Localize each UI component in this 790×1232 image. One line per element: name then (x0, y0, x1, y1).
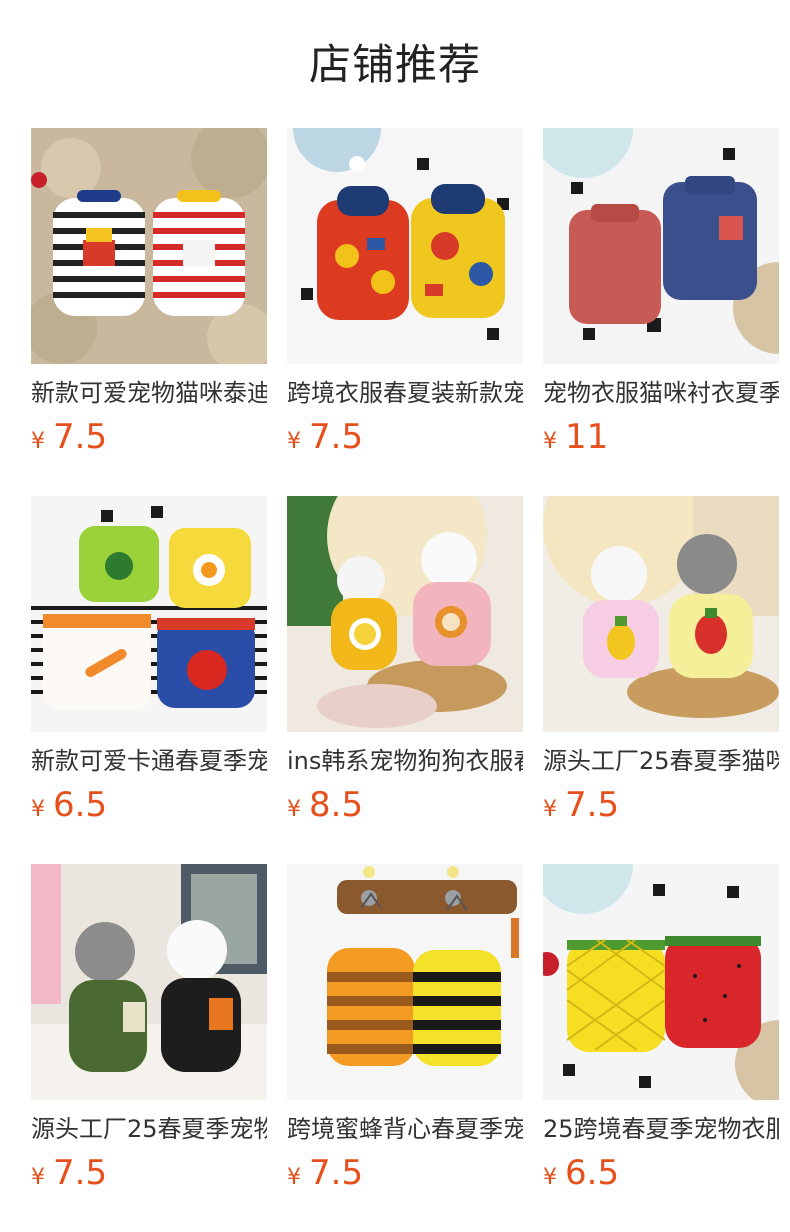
currency-symbol: ¥ (31, 429, 45, 454)
product-image[interactable] (31, 864, 267, 1100)
product-image[interactable] (287, 496, 523, 732)
currency-symbol: ¥ (543, 797, 557, 822)
product-name[interactable]: 新款可爱宠物猫咪泰迪小型犬春夏装 (31, 376, 267, 410)
product-card[interactable]: 宠物衣服猫咪衬衣夏季 ¥11 (543, 128, 779, 468)
product-price: ¥7.5 (31, 415, 107, 459)
product-card[interactable]: 新款可爱卡通春夏季宠物衣服 ¥6.5 (31, 496, 267, 836)
product-name[interactable]: 跨境蜜蜂背心春夏季宠物衣服 (287, 1112, 523, 1146)
price-value: 6.5 (565, 1153, 620, 1193)
product-name[interactable]: ins韩系宠物狗狗衣服春夏 (287, 744, 523, 778)
currency-symbol: ¥ (287, 429, 301, 454)
currency-symbol: ¥ (287, 797, 301, 822)
product-image[interactable] (31, 496, 267, 732)
product-image[interactable] (287, 128, 523, 364)
currency-symbol: ¥ (543, 1165, 557, 1190)
product-card[interactable]: 新款可爱宠物猫咪泰迪小型犬春夏装 ¥7.5 (31, 128, 267, 468)
price-value: 7.5 (309, 1153, 364, 1193)
currency-symbol: ¥ (31, 797, 45, 822)
product-price: ¥6.5 (31, 783, 107, 827)
product-price: ¥7.5 (287, 1151, 363, 1195)
product-image[interactable] (31, 128, 267, 364)
price-value: 7.5 (53, 417, 108, 457)
price-value: 11 (565, 417, 609, 457)
product-name[interactable]: 25跨境春夏季宠物衣服 (543, 1112, 779, 1146)
product-image[interactable] (287, 864, 523, 1100)
currency-symbol: ¥ (287, 1165, 301, 1190)
price-value: 8.5 (309, 785, 364, 825)
product-name[interactable]: 宠物衣服猫咪衬衣夏季 (543, 376, 779, 410)
product-price: ¥6.5 (543, 1151, 619, 1195)
product-image[interactable] (543, 128, 779, 364)
product-card[interactable]: 跨境蜜蜂背心春夏季宠物衣服 ¥7.5 (287, 864, 523, 1204)
product-price: ¥7.5 (31, 1151, 107, 1195)
price-value: 7.5 (53, 1153, 108, 1193)
product-image[interactable] (543, 864, 779, 1100)
price-value: 6.5 (53, 785, 108, 825)
product-name[interactable]: 源头工厂25春夏季猫咪衣服 (543, 744, 779, 778)
product-image[interactable] (543, 496, 779, 732)
price-value: 7.5 (309, 417, 364, 457)
product-card[interactable]: 源头工厂25春夏季猫咪衣服 ¥7.5 (543, 496, 779, 836)
product-card[interactable]: ins韩系宠物狗狗衣服春夏 ¥8.5 (287, 496, 523, 836)
page-title: 店铺推荐 (308, 40, 481, 89)
product-price: ¥7.5 (287, 415, 363, 459)
product-card[interactable]: 源头工厂25春夏季宠物衣服 ¥7.5 (31, 864, 267, 1204)
product-card[interactable]: 跨境衣服春夏装新款宠物背心 ¥7.5 (287, 128, 523, 468)
product-card[interactable]: 25跨境春夏季宠物衣服 ¥6.5 (543, 864, 779, 1204)
currency-symbol: ¥ (543, 429, 557, 454)
price-value: 7.5 (565, 785, 620, 825)
product-name[interactable]: 源头工厂25春夏季宠物衣服 (31, 1112, 267, 1146)
product-price: ¥8.5 (287, 783, 363, 827)
product-name[interactable]: 跨境衣服春夏装新款宠物背心 (287, 376, 523, 410)
currency-symbol: ¥ (31, 1165, 45, 1190)
product-name[interactable]: 新款可爱卡通春夏季宠物衣服 (31, 744, 267, 778)
product-price: ¥11 (543, 415, 608, 459)
product-price: ¥7.5 (543, 783, 619, 827)
